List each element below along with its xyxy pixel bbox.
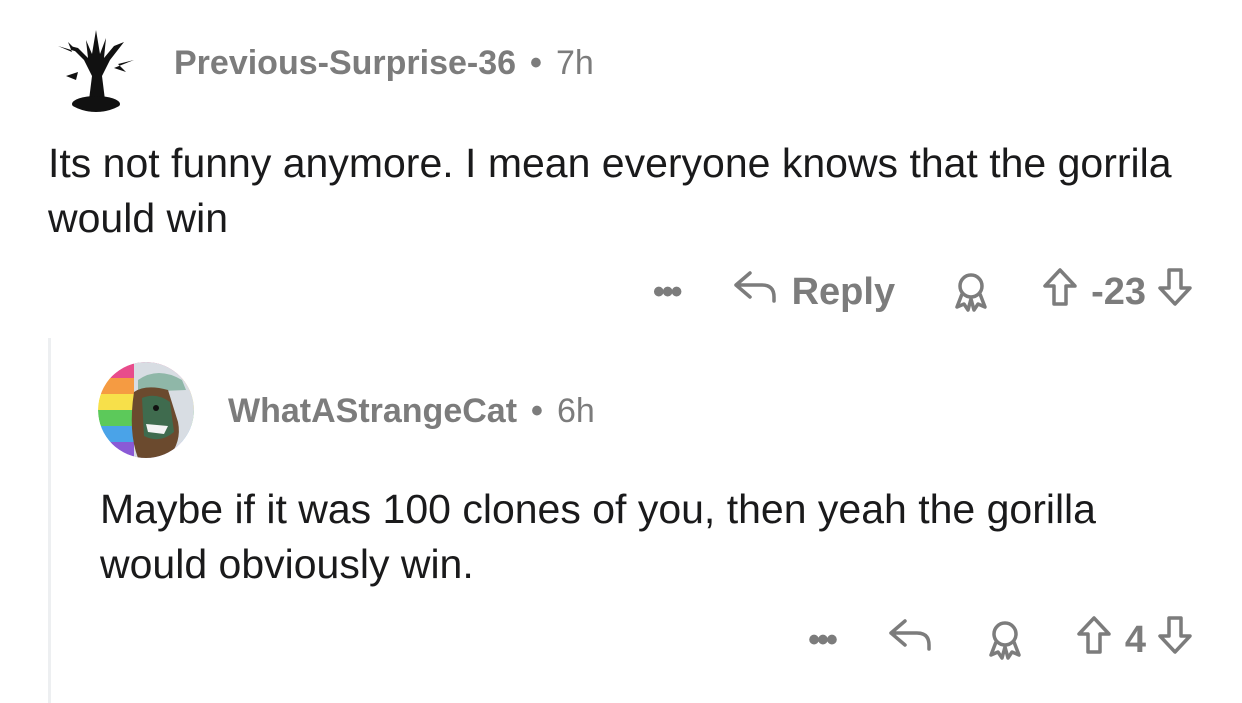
reply-label: Reply [791,270,896,313]
upvote-arrow-icon[interactable] [1041,266,1079,318]
comment-meta: WhatAStrangeCat • 6h [228,392,595,431]
avatar[interactable] [98,362,194,458]
timestamp: 7h [555,44,594,82]
meta-separator: • [530,44,542,82]
award-icon[interactable] [951,271,991,313]
timestamp: 6h [556,392,595,430]
vote-score: 4 [1124,618,1146,661]
vote-controls: -23 [1041,266,1194,318]
upvote-arrow-icon[interactable] [1075,614,1113,666]
comment-body: Maybe if it was 100 clones of you, then … [100,486,1096,587]
username[interactable]: Previous-Surprise-36 [174,44,516,83]
meta-separator: • [531,392,543,430]
reply-arrow-icon [732,267,778,317]
comment: Previous-Surprise-36 • 7h Its not funny … [0,0,1242,340]
reply-button[interactable] [887,615,933,665]
username[interactable]: WhatAStrangeCat [228,392,517,431]
reply-button[interactable]: Reply [732,267,951,317]
comment: WhatAStrangeCat • 6h Maybe if it was 100… [0,340,1242,703]
comment-actions: ••• 4 [808,614,1194,666]
avatar[interactable] [48,16,144,112]
more-options-icon[interactable]: ••• [808,623,838,657]
comment-body: Its not funny anymore. I mean everyone k… [48,140,1172,241]
downvote-arrow-icon[interactable] [1156,614,1194,666]
reply-arrow-icon [887,615,933,665]
award-icon[interactable] [985,619,1025,661]
more-options-icon[interactable]: ••• [653,275,683,309]
downvote-arrow-icon[interactable] [1156,266,1194,318]
comment-meta: Previous-Surprise-36 • 7h [174,44,594,83]
comment-actions: ••• Reply -23 [653,266,1194,318]
vote-score: -23 [1091,270,1146,313]
vote-controls: 4 [1075,614,1194,666]
